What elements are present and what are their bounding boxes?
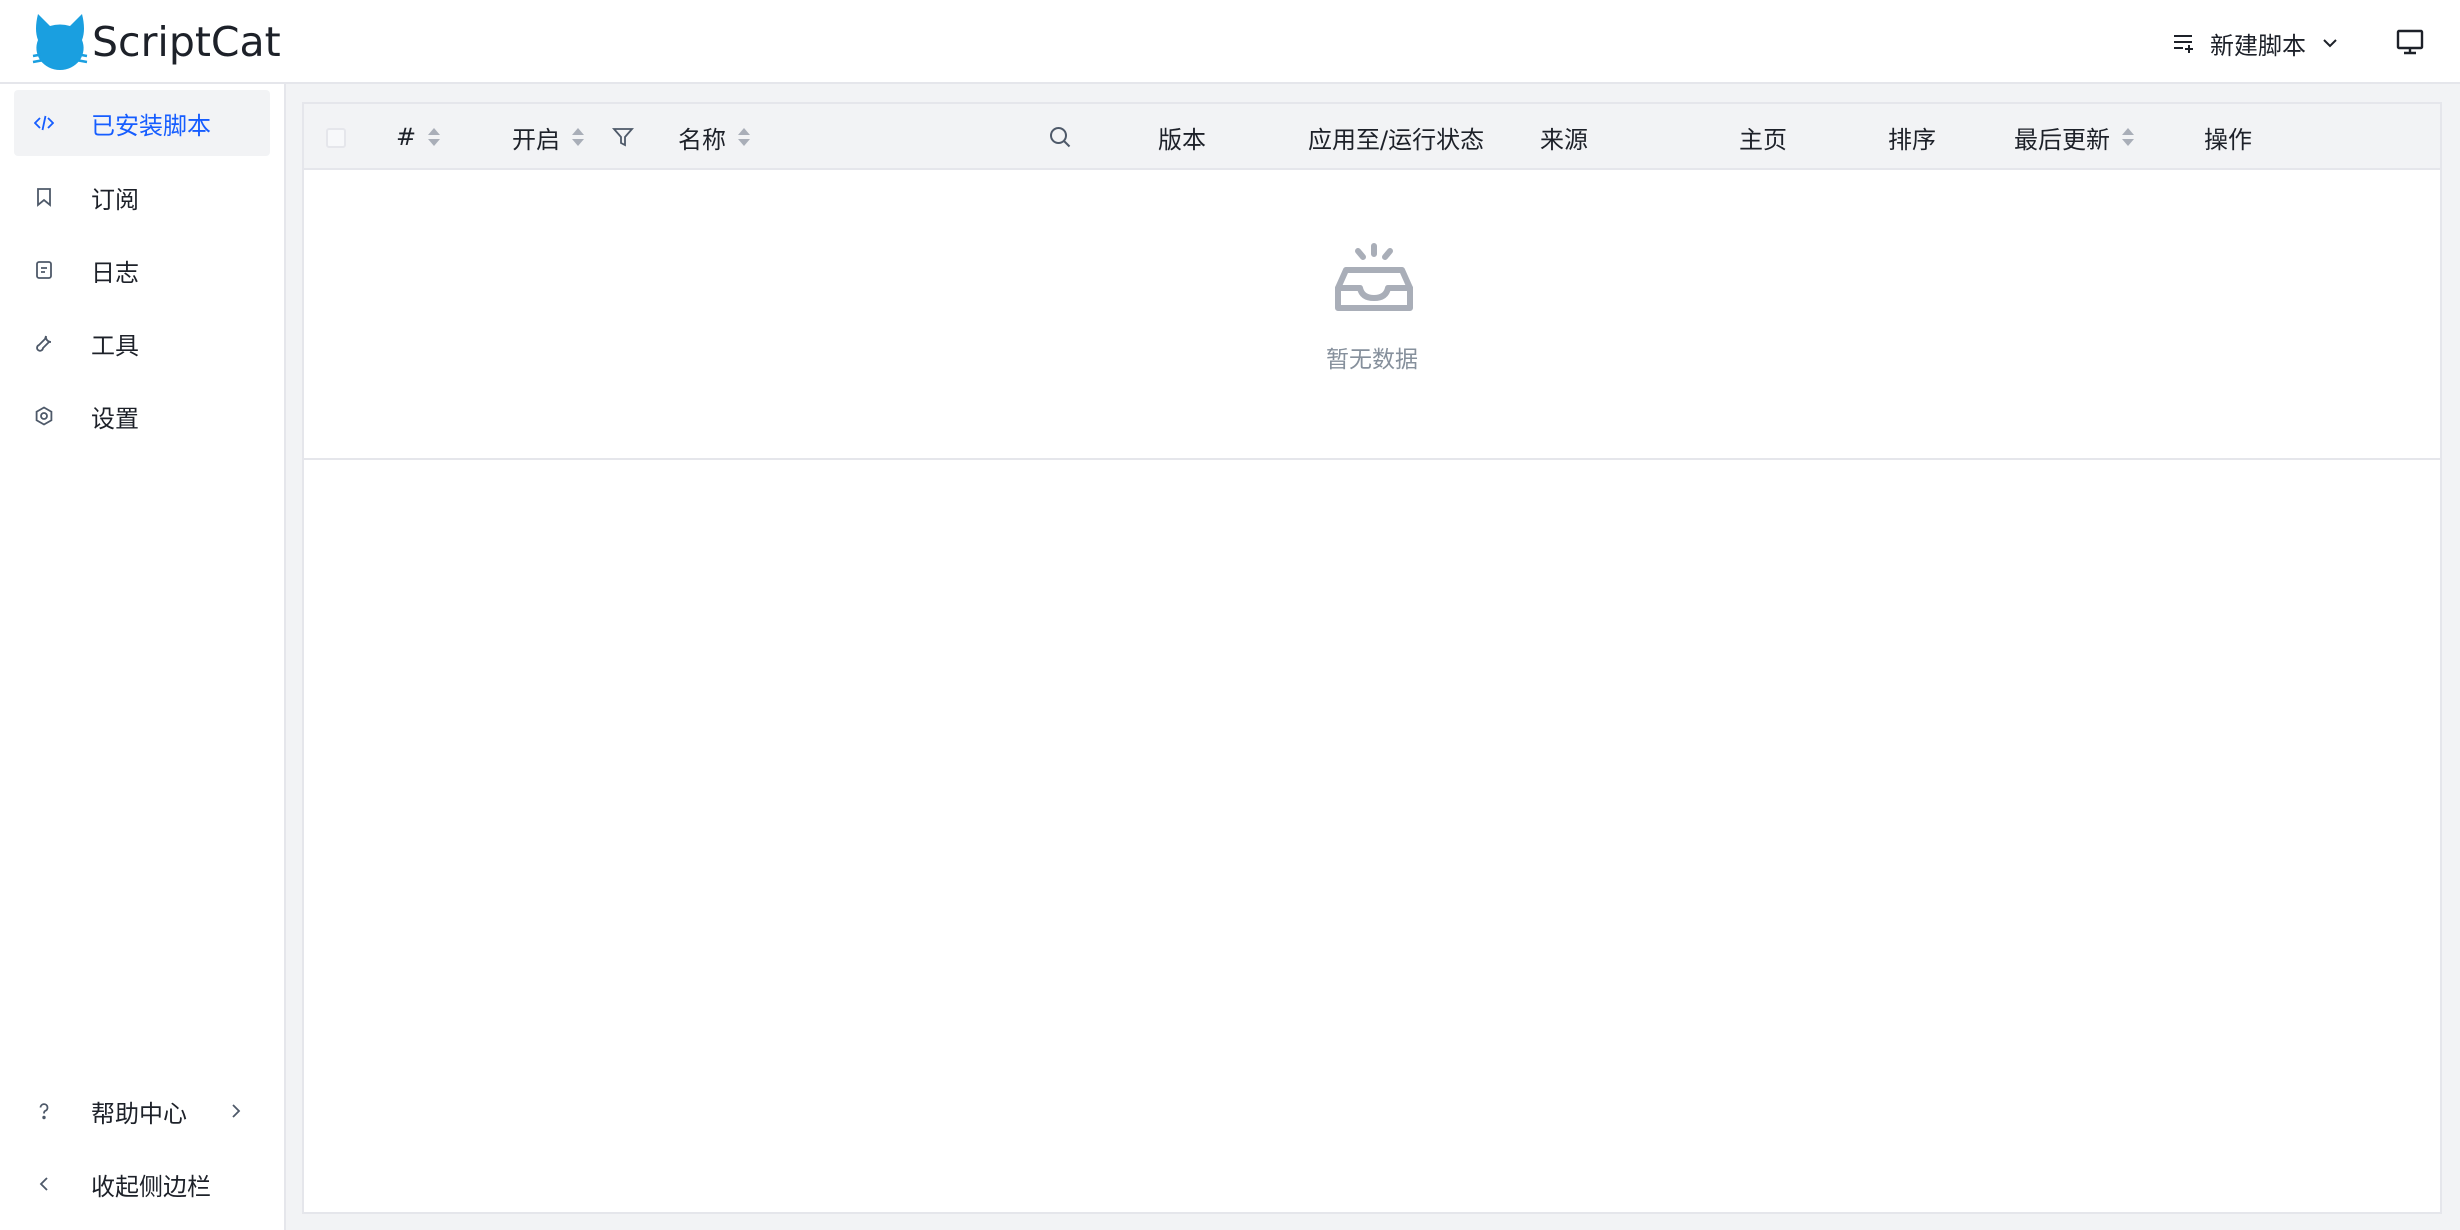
file-icon [34,260,54,280]
column-apply-status: 应用至/运行状态 [1308,104,1484,170]
sidebar-item-logs[interactable]: 日志 [14,237,270,303]
sidebar-item-label: 工具 [91,331,139,360]
sidebar: 已安装脚本 订阅 日志 工具 设置 帮助中心 收起侧边栏 [0,84,286,1230]
sidebar-item-label: 已安装脚本 [91,111,211,140]
new-script-label: 新建脚本 [2210,31,2306,60]
sidebar-item-help-center[interactable]: 帮助中心 [14,1078,270,1144]
sidebar-item-label: 日志 [91,258,139,287]
sort-icon[interactable] [428,126,441,148]
column-apply-status-label: 应用至/运行状态 [1308,125,1485,154]
column-index[interactable]: # [396,104,441,170]
bookmark-icon [34,187,54,207]
app-title: ScriptCat [92,18,281,66]
sort-icon[interactable] [738,126,750,148]
sidebar-item-tools[interactable]: 工具 [14,310,270,376]
filter-icon[interactable] [612,126,634,148]
sidebar-item-collapse[interactable]: 收起侧边栏 [14,1151,270,1217]
sort-icon[interactable] [2122,126,2134,148]
column-index-label: # [396,123,417,151]
app-logo[interactable]: ScriptCat [32,12,281,72]
column-homepage: 主页 [1739,104,1787,170]
sidebar-item-label: 帮助中心 [91,1099,187,1128]
chevron-down-icon [2320,33,2340,53]
table-header: # 开启 名称 版本 应用至/运行状态 来源 主页 排序 最后更新 操作 [304,104,2440,170]
column-source-label: 来源 [1540,125,1588,154]
sidebar-item-subscribe[interactable]: 订阅 [14,164,270,230]
column-homepage-label: 主页 [1739,125,1787,154]
list-add-icon [2172,31,2196,55]
chevron-right-icon [226,1101,246,1121]
column-enabled-label: 开启 [512,125,560,154]
sidebar-item-installed-scripts[interactable]: 已安装脚本 [14,90,270,156]
column-name[interactable]: 名称 [678,104,750,170]
chevron-left-icon [34,1174,54,1194]
sidebar-item-label: 订阅 [91,185,139,214]
sidebar-item-label: 收起侧边栏 [91,1172,211,1201]
column-enabled[interactable]: 开启 [512,104,634,170]
new-script-button[interactable]: 新建脚本 [2172,22,2340,64]
script-list-panel: # 开启 名称 版本 应用至/运行状态 来源 主页 排序 最后更新 操作 暂无数… [302,102,2442,1214]
column-source: 来源 [1540,104,1588,170]
column-actions-label: 操作 [2204,125,2252,154]
gear-icon [34,406,54,426]
table-body: 暂无数据 [304,170,2440,460]
column-updated[interactable]: 最后更新 [2014,104,2134,170]
search-icon[interactable] [1048,125,1072,149]
empty-inbox-icon [1332,242,1416,316]
top-bar: ScriptCat 新建脚本 [0,0,2460,84]
sidebar-item-label: 设置 [91,404,139,433]
column-version: 版本 [1158,104,1206,170]
column-version-label: 版本 [1158,125,1206,154]
wrench-icon [34,333,54,353]
empty-state-text: 暂无数据 [1326,347,1418,373]
cat-logo-icon [32,12,88,72]
sidebar-item-settings[interactable]: 设置 [14,383,270,449]
column-order-label: 排序 [1888,125,1936,154]
name-search-icon[interactable] [1048,104,1072,170]
column-actions: 操作 [2204,104,2252,170]
sort-icon[interactable] [572,126,584,148]
column-updated-label: 最后更新 [2014,125,2110,154]
column-name-label: 名称 [678,125,726,154]
question-icon [34,1101,54,1121]
column-order: 排序 [1888,104,1936,170]
select-all-checkbox[interactable] [326,128,346,148]
monitor-icon[interactable] [2394,26,2426,58]
code-icon [33,113,55,133]
